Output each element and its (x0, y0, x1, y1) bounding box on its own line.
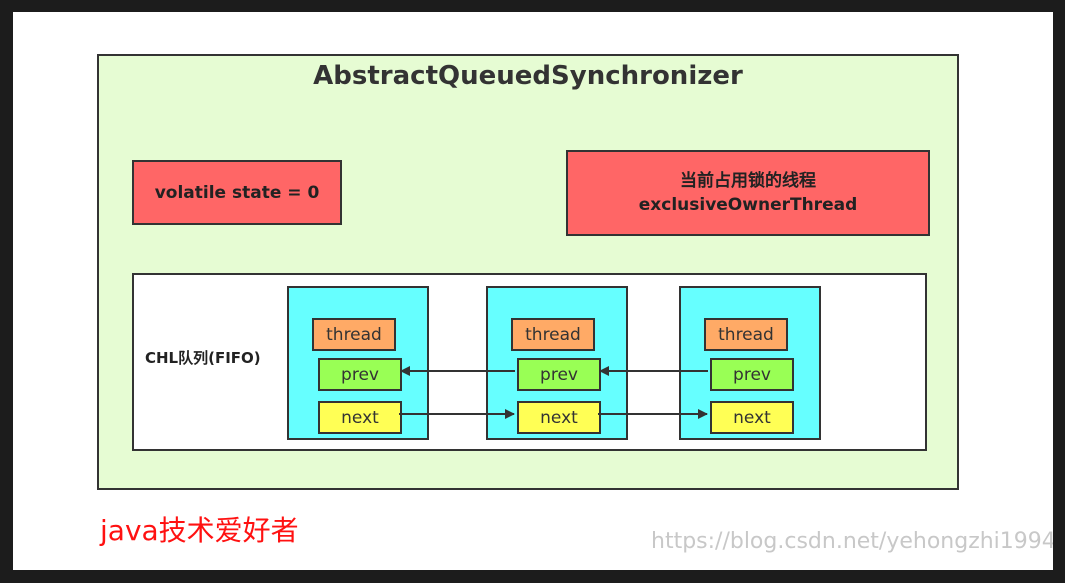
chl-queue: CHL队列(FIFO) thread prev next thread prev… (132, 273, 927, 451)
node-next-field: next (517, 401, 601, 434)
node-prev-field: prev (318, 358, 402, 391)
owner-thread-box: 当前占用锁的线程 exclusiveOwnerThread (566, 150, 930, 236)
state-label: volatile state = 0 (154, 182, 320, 203)
node-thread-field: thread (511, 318, 595, 351)
diagram-canvas: AbstractQueuedSynchronizer volatile stat… (13, 12, 1053, 570)
node-next-field: next (318, 401, 402, 434)
owner-thread-label-en: exclusiveOwnerThread (638, 195, 858, 215)
node-prev-field: prev (517, 358, 601, 391)
node-prev-field: prev (710, 358, 794, 391)
queue-node-2: thread prev next (486, 286, 628, 440)
node-next-field: next (710, 401, 794, 434)
queue-label: CHL队列(FIFO) (145, 349, 261, 367)
diagram-title: AbstractQueuedSynchronizer (313, 61, 743, 91)
queue-node-3: thread prev next (679, 286, 821, 440)
watermark: https://blog.csdn.net/yehongzhi1994 (651, 529, 1053, 554)
state-box: volatile state = 0 (132, 160, 342, 225)
owner-thread-label-cn: 当前占用锁的线程 (680, 171, 816, 191)
aqs-container: AbstractQueuedSynchronizer volatile stat… (97, 54, 959, 490)
brand-caption: java技术爱好者 (100, 514, 299, 547)
queue-node-1: thread prev next (287, 286, 429, 440)
node-thread-field: thread (312, 318, 396, 351)
node-thread-field: thread (704, 318, 788, 351)
